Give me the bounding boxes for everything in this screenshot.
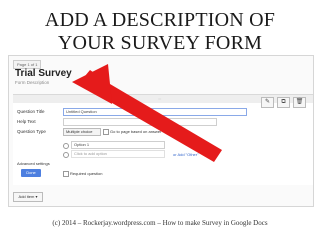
slide-footer: (c) 2014 – Rockerjay.wordpress.com – How… xyxy=(52,219,268,227)
arrow-head xyxy=(72,64,112,104)
red-arrow-annotation xyxy=(72,64,222,162)
